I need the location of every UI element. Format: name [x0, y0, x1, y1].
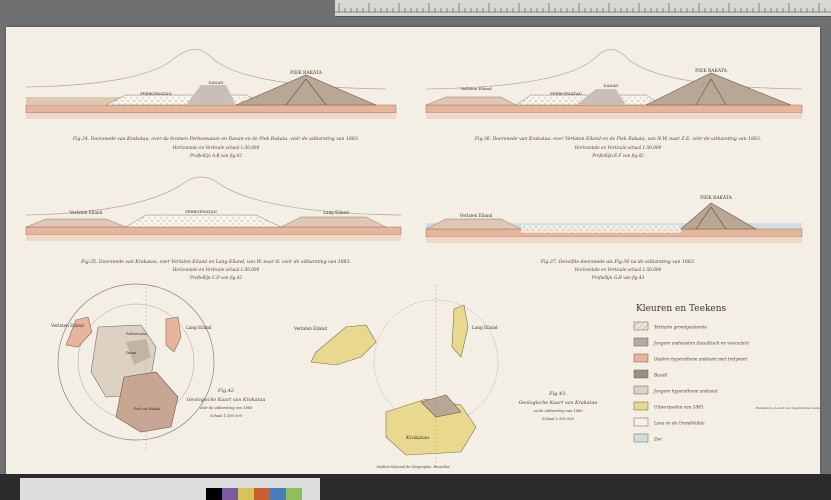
map-viewer: PIEK RAKATA PERBOEWATAN DANAN Fig.34. Do…: [0, 0, 831, 500]
crater-label: DANAN: [603, 83, 619, 88]
figure-profile: Profiellijn E.F van fig.42: [591, 153, 644, 158]
section-fig34: PIEK RAKATA PERBOEWATAN DANAN Fig.34. Do…: [25, 49, 397, 158]
crater-label: DANAN: [208, 80, 224, 85]
peak-label: PIEK RAKATA: [700, 195, 732, 201]
geological-plate: PIEK RAKATA PERBOEWATAN DANAN Fig.34. Do…: [25, 49, 825, 469]
figure-caption: Fig.35. Doorsnede van Krakatau, over Ver…: [80, 258, 351, 265]
legend-swatch: [633, 369, 649, 379]
figure-profile: Profiellijn A.B van fig.42: [189, 153, 242, 158]
crater-label: PERBOEWATAN: [185, 209, 217, 214]
figure-profile: Profiellijn C.D van fig.42: [189, 275, 242, 280]
figure-caption: Fig.34. Doorsnede van Krakatau, over da …: [72, 135, 360, 142]
legend-label: Jongere hypersthene andesiet: [653, 389, 718, 394]
map-subtitle: Geologische Kaart van Krakatau: [187, 397, 266, 403]
legend-bracket-note: Puimsteen en asch van hypersthene andesi…: [755, 406, 820, 410]
legend-label: Oudere hypersthene andesiet met tridymie…: [654, 357, 747, 362]
place-label: Piek van Rakata: [134, 407, 160, 411]
map-title: Fig.42: [217, 388, 234, 394]
crater-label: PERBOEWATAN: [140, 91, 172, 96]
legend-label: Basalt: [653, 373, 668, 378]
calibration-swatch: [222, 488, 238, 500]
legend-swatch: [633, 321, 649, 331]
publisher-imprint: Institut National de Géographie, Bruxell…: [375, 465, 449, 469]
place-label: Perboewatan: [126, 332, 147, 336]
calibration-swatch: [254, 488, 270, 500]
legend-swatch: [633, 353, 649, 363]
legend-label: Zee: [653, 437, 662, 442]
figure-caption: Fig.37. Dezelfde doorsnede als Fig.36 na…: [540, 259, 696, 265]
island-label: Lang Eiland: [186, 325, 212, 330]
island-label: Verlaten Eiland: [459, 213, 493, 218]
peak-label: PIEK RAKATA: [290, 70, 322, 76]
legend-label: Uitwerpselen van 1883: [654, 405, 704, 410]
calibration-swatch: [270, 488, 286, 500]
legend-title: Kleuren en Teekens: [636, 304, 727, 314]
legend-swatch: [633, 337, 649, 347]
legend-swatch: [633, 417, 649, 427]
crater-label: PERBOEWATAN: [550, 91, 582, 96]
legend-swatch: [633, 401, 649, 411]
figure-scale: Horizontale en Verticale schaal 1:50.000: [172, 267, 260, 272]
island-label: Krakatau: [406, 435, 430, 441]
map-subtitle: Geologische Kaart van Krakatau: [519, 400, 598, 406]
figure-scale: Horizontale en Verticale schaal 1:50.000: [574, 267, 662, 272]
map-note: na de uitbarsting van 1883: [533, 409, 583, 413]
scale-ruler: [335, 0, 831, 17]
figure-caption: Fig.36. Doorsnede van Krakatau, over Ver…: [474, 135, 762, 142]
figure-scale: Horizontale en Verticale schaal 1:50.000: [172, 145, 260, 150]
section-fig36: PIEK RAKATA Verlaten Eiland PERBOEWATAN …: [425, 49, 803, 158]
figure-profile: Profiellijn G.H van fig.43: [591, 275, 645, 280]
legend: Kleuren en Teekens Tertiaire grondgestee…: [633, 304, 825, 443]
map-fig42: Verlaten Eiland Lang Eiland Perboewatan …: [50, 283, 266, 452]
map-scale: Schaal 1:100.000: [542, 417, 574, 421]
island-label: Verlaten Eiland: [459, 86, 492, 91]
island-label: Verlaten Eiland: [293, 326, 327, 331]
legend-label: Lava en de Grondvlakte: [653, 421, 705, 426]
legend-label: Jongere andesieten (basaltisch en vesicu…: [653, 341, 750, 346]
island-label: Lang Eiland: [472, 325, 498, 330]
legend-swatch: [633, 433, 649, 443]
map-scale: Schaal 1:100.000: [210, 414, 242, 418]
island-label: Verlaten Eiland: [69, 210, 103, 215]
map-sheet: PIEK RAKATA PERBOEWATAN DANAN Fig.34. Do…: [6, 27, 825, 474]
island-label: Lang Eiland: [323, 210, 349, 215]
map-note: vóór de uitbarsting van 1883: [200, 406, 254, 410]
island-label: Verlaten Eiland: [50, 323, 84, 328]
calibration-swatch: [206, 488, 222, 500]
section-fig37: PIEK RAKATA Verlaten Eiland Fig.37. Deze…: [425, 195, 803, 280]
calibration-swatch: [238, 488, 254, 500]
map-title: Fig.43.: [548, 391, 567, 397]
ruler-ticks: [335, 3, 831, 13]
legend-label: Tertiaire grondgesteente: [654, 325, 708, 330]
section-fig35: Verlaten Eiland Lang Eiland PERBOEWATAN …: [25, 176, 402, 280]
figure-scale: Horizontale en Verticale schaal 1:50.000: [574, 145, 662, 150]
peak-label: PIEK RAKATA: [695, 68, 727, 74]
map-fig43: Verlaten Eiland Lang Eiland Krakatau Fig…: [293, 285, 597, 467]
place-label: Danan: [126, 351, 136, 355]
calibration-swatch: [286, 488, 302, 500]
legend-swatch: [633, 385, 649, 395]
